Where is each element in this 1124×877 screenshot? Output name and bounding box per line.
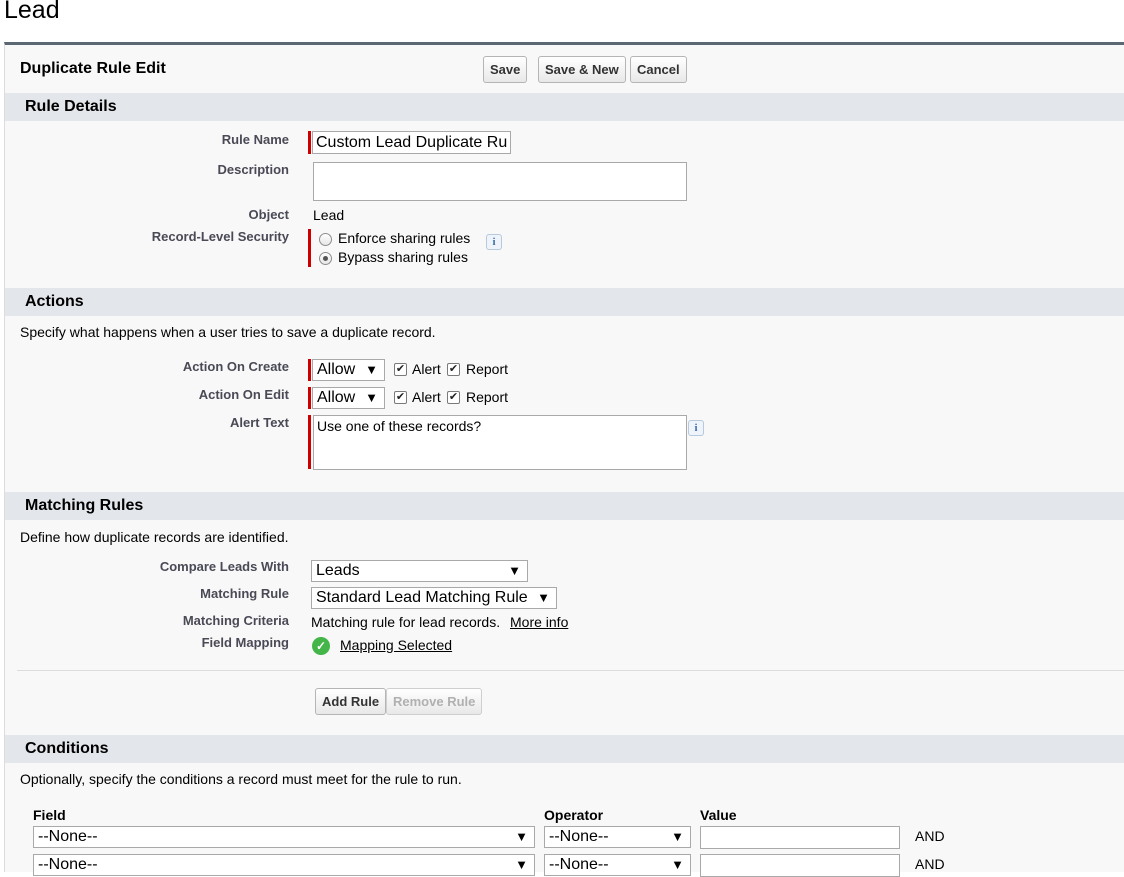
matching-criteria-value: Matching rule for lead records. <box>311 614 501 630</box>
section-actions: Actions <box>5 288 1124 316</box>
page-title: Lead <box>4 0 60 24</box>
condition-field-value: --None-- <box>38 828 98 845</box>
info-icon[interactable]: i <box>688 420 704 436</box>
section-rule-details: Rule Details <box>5 93 1124 121</box>
action-on-create-value: Allow <box>317 361 356 378</box>
field-mapping-label: Field Mapping <box>201 635 289 650</box>
more-info-link[interactable]: More info <box>510 614 568 630</box>
check-circle-icon: ✓ <box>312 637 330 655</box>
create-report-label: Report <box>466 361 509 377</box>
alert-text-label: Alert Text <box>230 415 289 430</box>
description-textarea[interactable] <box>313 162 687 201</box>
matching-criteria-label: Matching Criteria <box>182 613 289 628</box>
column-header-value: Value <box>700 807 737 823</box>
condition-conjunction: AND <box>915 828 945 844</box>
column-header-operator: Operator <box>544 807 604 823</box>
condition-field-select[interactable]: --None-- ▼ <box>33 854 535 876</box>
matching-rule-value: Standard Lead Matching Rule <box>316 589 528 606</box>
edit-alert-label: Alert <box>412 389 441 405</box>
bypass-sharing-label: Bypass sharing rules <box>338 249 468 265</box>
form-title: Duplicate Rule Edit <box>20 60 166 77</box>
chevron-down-icon: ▼ <box>508 563 521 578</box>
matching-rules-description: Define how duplicate records are identif… <box>20 529 289 545</box>
condition-operator-select[interactable]: --None-- ▼ <box>544 826 691 848</box>
record-level-security-label: Record-Level Security <box>151 229 289 244</box>
actions-description: Specify what happens when a user tries t… <box>20 324 436 340</box>
chevron-down-icon: ▼ <box>365 390 378 405</box>
object-label: Object <box>248 207 289 222</box>
section-matching-rules: Matching Rules <box>5 492 1124 520</box>
compare-leads-label: Compare Leads With <box>159 559 289 574</box>
edit-alert-checkbox[interactable]: ✔ <box>394 391 407 404</box>
enforce-sharing-radio[interactable] <box>319 233 332 246</box>
chevron-down-icon: ▼ <box>537 590 550 605</box>
compare-leads-value: Leads <box>316 562 360 579</box>
create-report-checkbox[interactable]: ✔ <box>447 363 460 376</box>
matching-rule-select[interactable]: Standard Lead Matching Rule ▼ <box>311 587 557 609</box>
conditions-description: Optionally, specify the conditions a rec… <box>20 771 462 787</box>
object-value: Lead <box>313 207 345 223</box>
edit-report-checkbox[interactable]: ✔ <box>447 391 460 404</box>
alert-text-textarea[interactable]: Use one of these records? <box>313 415 687 470</box>
chevron-down-icon: ▼ <box>671 829 684 844</box>
chevron-down-icon: ▼ <box>515 829 528 844</box>
chevron-down-icon: ▼ <box>365 362 378 377</box>
create-alert-checkbox[interactable]: ✔ <box>394 363 407 376</box>
rule-name-input[interactable] <box>312 131 511 154</box>
bypass-sharing-radio[interactable] <box>319 252 332 265</box>
required-indicator <box>308 229 311 267</box>
save-button[interactable]: Save <box>483 56 528 83</box>
divider <box>17 670 1124 671</box>
chevron-down-icon: ▼ <box>515 857 528 872</box>
action-on-create-select[interactable]: Allow ▼ <box>312 359 385 381</box>
remove-rule-button: Remove Rule <box>386 688 483 715</box>
save-and-new-button[interactable]: Save & New <box>538 56 626 83</box>
column-header-field: Field <box>33 807 66 823</box>
required-indicator <box>308 415 311 469</box>
condition-field-select[interactable]: --None-- ▼ <box>33 826 535 848</box>
add-rule-button[interactable]: Add Rule <box>315 688 387 715</box>
action-on-create-label: Action On Create <box>182 359 289 374</box>
compare-leads-select[interactable]: Leads ▼ <box>311 560 528 582</box>
condition-value-input[interactable] <box>700 826 900 849</box>
info-icon[interactable]: i <box>486 234 502 250</box>
action-on-edit-label: Action On Edit <box>198 387 289 402</box>
condition-operator-value: --None-- <box>549 828 609 845</box>
matching-rule-label: Matching Rule <box>200 586 289 601</box>
description-label: Description <box>217 162 289 177</box>
cancel-button[interactable]: Cancel <box>630 56 687 83</box>
condition-operator-select[interactable]: --None-- ▼ <box>544 854 691 876</box>
condition-conjunction: AND <box>915 856 945 872</box>
rule-name-label: Rule Name <box>221 132 289 147</box>
action-on-edit-value: Allow <box>317 389 356 406</box>
required-indicator <box>308 359 311 381</box>
create-alert-label: Alert <box>412 361 441 377</box>
mapping-selected-link[interactable]: Mapping Selected <box>340 637 452 653</box>
required-indicator <box>308 387 311 409</box>
condition-value-input[interactable] <box>700 854 900 877</box>
section-conditions: Conditions <box>5 735 1124 763</box>
action-on-edit-select[interactable]: Allow ▼ <box>312 387 385 409</box>
chevron-down-icon: ▼ <box>671 857 684 872</box>
enforce-sharing-label: Enforce sharing rules <box>338 230 471 246</box>
required-indicator <box>308 131 311 154</box>
duplicate-rule-edit-panel: Duplicate Rule Edit Save Save & New Canc… <box>4 42 1124 877</box>
edit-report-label: Report <box>466 389 509 405</box>
